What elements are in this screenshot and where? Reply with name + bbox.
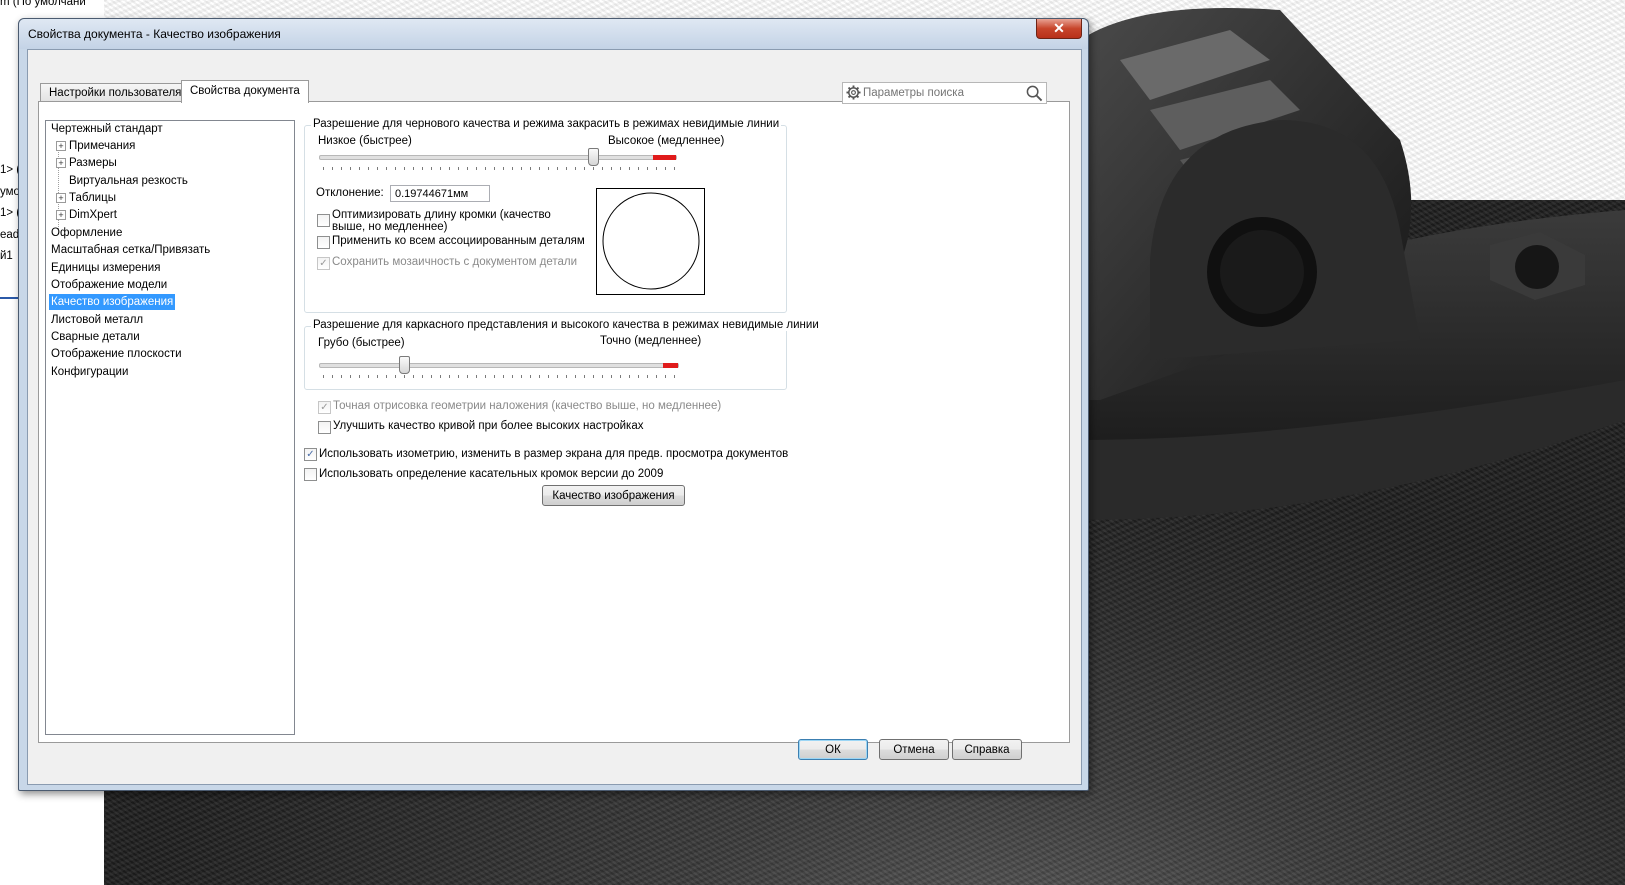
tree-item-label: Примечания: [69, 140, 136, 152]
slider-ticks: [323, 375, 679, 378]
deviation-label: Отклонение:: [316, 187, 384, 199]
tree-item-annotations[interactable]: + Примечания: [56, 138, 136, 154]
tree-item-dimensions[interactable]: + Размеры: [56, 155, 117, 171]
options-tree[interactable]: Чертежный стандарт + Примечания + Размер…: [45, 120, 295, 735]
expand-icon[interactable]: +: [56, 158, 66, 168]
close-button[interactable]: ✕: [1036, 19, 1082, 39]
slider-ticks: [323, 167, 679, 170]
dialog-body: Настройки пользователя Свойства документ…: [27, 49, 1082, 785]
image-quality-button[interactable]: Качество изображения: [542, 485, 685, 506]
wireframe-slider-track[interactable]: [319, 363, 679, 368]
group-title: Разрешение для чернового качества и режи…: [311, 118, 782, 130]
slider-high-label: Высокое (медленнее): [608, 135, 725, 147]
bg-fragment: умо: [0, 186, 20, 198]
document-properties-dialog: Свойства документа - Качество изображени…: [18, 18, 1089, 791]
pre-2009-tangent-edge-checkbox[interactable]: [304, 468, 317, 481]
wireframe-slider-thumb[interactable]: [399, 356, 411, 374]
tab-document-properties[interactable]: Свойства документа: [181, 80, 309, 103]
tree-item-sheet-metal[interactable]: Листовой металл: [51, 312, 143, 328]
slider-low-label: Грубо (быстрее): [318, 337, 405, 349]
checkbox-label: Применить ко всем ассоциированным деталя…: [332, 235, 585, 247]
dialog-titlebar[interactable]: Свойства документа - Качество изображени…: [19, 19, 1088, 49]
checkbox-label: Оптимизировать длину кромки (качество: [332, 209, 551, 221]
search-input[interactable]: [863, 85, 1023, 100]
use-isometric-preview-checkbox[interactable]: ✓: [304, 448, 317, 461]
precise-overlay-checkbox[interactable]: ✓: [318, 401, 331, 414]
bg-fragment: m (По умолчани: [0, 0, 86, 8]
tab-user-settings[interactable]: Настройки пользователя: [40, 83, 191, 102]
tree-item-drafting-standard[interactable]: Чертежный стандарт: [51, 121, 163, 137]
checkbox-label: Улучшить качество кривой при более высок…: [333, 420, 644, 432]
improve-curve-quality-checkbox[interactable]: [318, 421, 331, 434]
circle-preview-icon: [602, 192, 700, 290]
tessellation-preview: [596, 188, 705, 295]
tree-item-model-display[interactable]: Отображение модели: [51, 277, 167, 293]
tree-item-grid-snap[interactable]: Масштабная сетка/Привязать: [51, 242, 210, 258]
bg-fragment: ead: [0, 229, 20, 241]
optimize-edge-length-checkbox[interactable]: [317, 214, 330, 227]
tree-item-dimxpert[interactable]: + DimXpert: [56, 207, 117, 223]
checkbox-label: Сохранить мозаичность с документом детал…: [332, 256, 578, 268]
tree-item-label: DimXpert: [69, 209, 117, 221]
group-title: Разрешение для каркасного представления …: [311, 319, 821, 331]
tree-item-detailing[interactable]: Оформление: [51, 225, 122, 241]
search-icon[interactable]: [1026, 85, 1043, 102]
tree-item-label: Размеры: [69, 157, 117, 169]
checkbox-label: Использовать изометрию, изменить в разме…: [319, 448, 789, 460]
tree-item-label: Таблицы: [69, 192, 116, 204]
checkbox-label: Точная отрисовка геометрии наложения (ка…: [333, 400, 722, 412]
ok-button[interactable]: ОК: [798, 739, 868, 760]
gear-icon[interactable]: [846, 85, 861, 100]
wireframe-resolution-group: Разрешение для каркасного представления …: [304, 319, 821, 390]
tree-item-configurations[interactable]: Конфигурации: [51, 364, 128, 380]
tree-item-units[interactable]: Единицы измерения: [51, 260, 160, 276]
tab-panel: Чертежный стандарт + Примечания + Размер…: [38, 82, 1070, 743]
help-button[interactable]: Справка: [952, 739, 1022, 760]
tree-item-tables[interactable]: + Таблицы: [56, 190, 116, 206]
tree-item-virtual-sharps[interactable]: Виртуальная резкость: [69, 173, 188, 189]
dialog-title: Свойства документа - Качество изображени…: [28, 27, 281, 41]
bg-fragment: й1: [0, 250, 13, 262]
save-tessellation-checkbox[interactable]: ✓: [317, 257, 330, 270]
slider-high-zone: [653, 155, 676, 160]
expand-icon[interactable]: +: [56, 141, 66, 151]
expand-icon[interactable]: +: [56, 193, 66, 203]
apply-to-referenced-parts-checkbox[interactable]: [317, 236, 330, 249]
slider-high-label: Точно (медленнее): [600, 335, 702, 347]
checkbox-label: выше, но медленнее): [332, 221, 448, 233]
tree-item-plane-display[interactable]: Отображение плоскости: [51, 346, 182, 362]
image-quality-page: Разрешение для чернового качества и режи…: [304, 102, 1064, 732]
checkbox-label: Использовать определение касательных кро…: [319, 468, 664, 480]
slider-high-zone: [663, 363, 678, 368]
expand-icon[interactable]: +: [56, 210, 66, 220]
search-box[interactable]: [842, 82, 1047, 104]
tree-item-image-quality[interactable]: Качество изображения: [49, 294, 176, 310]
shaded-slider-track[interactable]: [319, 155, 677, 160]
deviation-field[interactable]: 0.19744671мм: [390, 185, 490, 202]
cancel-button[interactable]: Отмена: [879, 739, 949, 760]
slider-low-label: Низкое (быстрее): [318, 135, 412, 147]
tree-item-weldments[interactable]: Сварные детали: [51, 329, 140, 345]
shaded-slider-thumb[interactable]: [588, 148, 600, 166]
